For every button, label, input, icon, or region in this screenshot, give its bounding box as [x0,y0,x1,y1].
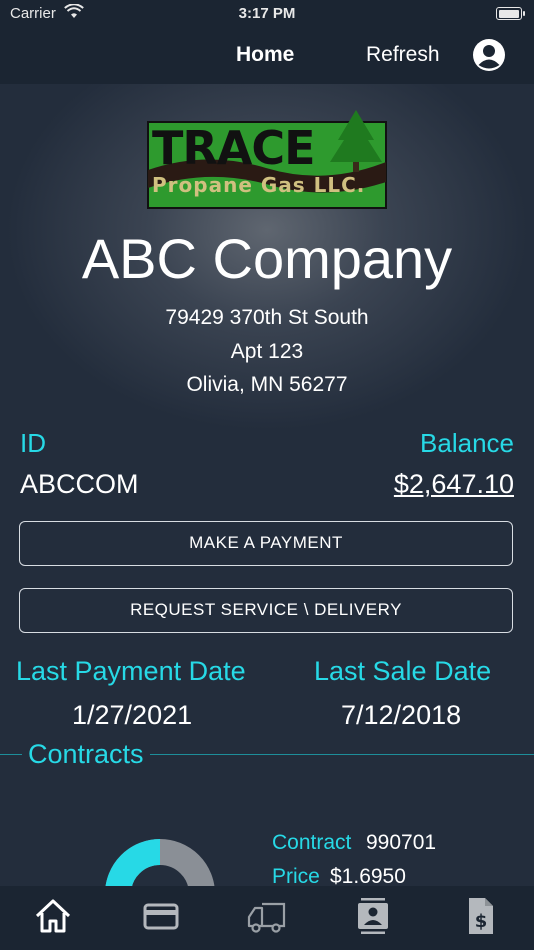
balance-label: Balance [420,428,514,458]
nav-refresh-link[interactable]: Refresh [366,43,440,67]
bottom-tab-bar: $ [0,886,534,950]
company-logo: TRACE Propane Gas LLC. [147,110,387,209]
invoice-dollar-icon[interactable]: $ [460,896,500,936]
contract-gauge [105,839,215,888]
balance-link[interactable]: $2,647.10 [394,469,514,500]
home-icon[interactable] [33,896,73,936]
contracts-title: Contracts [22,739,150,770]
last-sale-date-label: Last Sale Date [314,656,492,686]
credit-card-icon[interactable] [141,896,181,936]
contract-value: 990701 [366,831,437,854]
address-line-1: 79429 370th St South [165,306,369,329]
company-name: ABC Company [81,227,453,290]
user-circle-icon[interactable] [472,38,506,72]
request-service-button[interactable]: REQUEST SERVICE \ DELIVERY [19,588,513,633]
delivery-truck-icon[interactable] [246,896,286,936]
last-sale-date-value: 7/12/2018 [341,700,462,730]
status-bar: Carrier 3:17 PM [0,0,534,28]
svg-text:Propane Gas LLC.: Propane Gas LLC. [152,173,365,197]
id-label: ID [20,428,46,458]
make-payment-button[interactable]: MAKE A PAYMENT [19,521,513,566]
last-payment-date-value: 1/27/2021 [72,700,193,730]
battery-icon [496,7,525,20]
nav-home-link[interactable]: Home [236,43,294,67]
contract-label: Contract [272,831,352,854]
address-line-3: Olivia, MN 56277 [186,373,348,396]
address-line-2: Apt 123 [230,340,304,363]
last-payment-date-label: Last Payment Date [16,656,246,686]
app-screen: Carrier 3:17 PM Home Refresh TRACE Propa… [0,0,534,950]
account-id-value: ABCCOM [20,469,139,499]
svg-text:$: $ [475,911,488,932]
contact-card-icon[interactable] [353,896,393,936]
top-nav-bar: Home Refresh [0,28,534,84]
svg-text:TRACE: TRACE [152,121,315,175]
clock: 3:17 PM [238,5,296,22]
